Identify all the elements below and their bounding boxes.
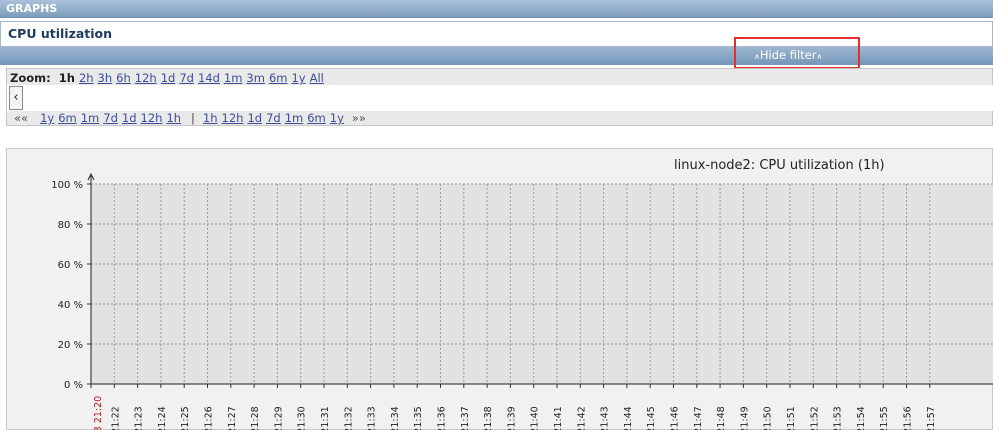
nav-back-12h[interactable]: 12h (141, 111, 163, 125)
nav-forward-12h[interactable]: 12h (222, 111, 244, 125)
zoom-label: Zoom: (10, 71, 51, 85)
scroll-left-icon[interactable]: ‹ (9, 86, 23, 110)
zoom-option-active[interactable]: 1h (59, 71, 75, 85)
nav-forward-1y[interactable]: 1y (330, 111, 344, 125)
nav-back-7d[interactable]: 7d (103, 111, 118, 125)
nav-separator: | (191, 111, 195, 125)
zoom-option-2h[interactable]: 2h (79, 71, 94, 85)
zoom-option-7d[interactable]: 7d (179, 71, 194, 85)
nav-back-1m[interactable]: 1m (81, 111, 100, 125)
period-navigation: «« 1y 6m 1m 7d 1d 12h 1h | 1h 12h 1d 7d 1m 6m 1y»» (14, 111, 366, 125)
graphs-header: GRAPHS (0, 0, 993, 18)
navigate-forward-arrows[interactable]: »» (352, 111, 366, 125)
graph-title: linux-node2: CPU utilization (1h) (674, 158, 885, 173)
nav-forward-1m[interactable]: 1m (285, 111, 304, 125)
graph-panel (6, 148, 993, 430)
zoom-row: Zoom: 1h 2h 3h 6h 12h 1d 7d 14d 1m 3m 6m 1y All (10, 71, 324, 85)
zoom-option-12h[interactable]: 12h (135, 71, 157, 85)
highlight-box (734, 37, 860, 69)
zoom-option-14d[interactable]: 14d (198, 71, 220, 85)
nav-back-1d[interactable]: 1d (122, 111, 137, 125)
zoom-option-3m[interactable]: 3m (246, 71, 265, 85)
zoom-option-1m[interactable]: 1m (224, 71, 243, 85)
zoom-option-6m[interactable]: 6m (269, 71, 288, 85)
nav-forward-7d[interactable]: 7d (266, 111, 281, 125)
nav-forward-1h[interactable]: 1h (203, 111, 218, 125)
nav-back-1h[interactable]: 1h (166, 111, 181, 125)
zoom-option-3h[interactable]: 3h (98, 71, 113, 85)
zoom-option-6h[interactable]: 6h (116, 71, 131, 85)
nav-back-1y[interactable]: 1y (40, 111, 54, 125)
time-scrollbar[interactable]: ‹ (7, 85, 993, 111)
nav-back-6m[interactable]: 6m (58, 111, 77, 125)
zoom-option-1d[interactable]: 1d (161, 71, 176, 85)
nav-forward-6m[interactable]: 6m (307, 111, 326, 125)
zoom-option-all[interactable]: All (310, 71, 324, 85)
time-scroll-panel: Zoom: 1h 2h 3h 6h 12h 1d 7d 14d 1m 3m 6m 1y All ‹ «« 1… (6, 68, 993, 126)
zoom-option-1y[interactable]: 1y (291, 71, 305, 85)
nav-forward-1d[interactable]: 1d (247, 111, 262, 125)
navigate-back-arrows[interactable]: «« (14, 111, 28, 125)
